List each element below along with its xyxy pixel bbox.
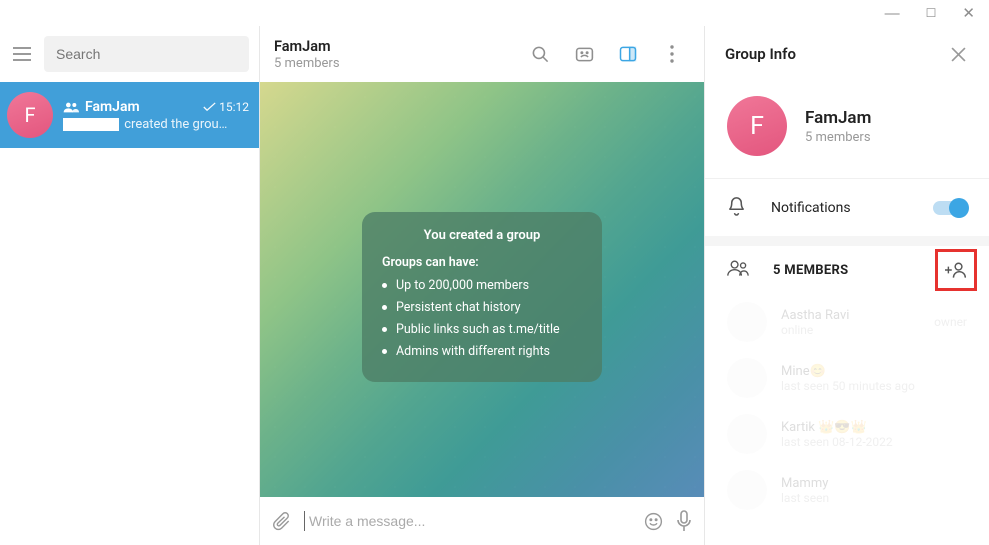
chat-list-item[interactable]: F FamJam 15:12 created the grou…: [0, 82, 259, 148]
emoji-icon[interactable]: [643, 511, 664, 532]
members-count-label: 5 MEMBERS: [773, 263, 911, 278]
member-row[interactable]: Kartik 👑😎👑last seen 08-12-2022: [705, 406, 989, 462]
chat-title: FamJam: [274, 38, 340, 55]
info-panel: Group Info F FamJam 5 members Notificati…: [705, 26, 989, 545]
add-member-button[interactable]: [935, 249, 977, 291]
member-row[interactable]: Mine😊last seen 50 minutes ago: [705, 350, 989, 406]
check-icon: [203, 102, 216, 112]
more-icon[interactable]: [654, 36, 690, 72]
member-avatar: [727, 470, 767, 510]
members-icon: [727, 260, 749, 280]
group-created-card: You created a group Groups can have: Up …: [362, 212, 602, 382]
menu-button[interactable]: [10, 42, 34, 66]
group-icon: [63, 101, 79, 113]
card-bullet: Persistent chat history: [382, 300, 582, 315]
member-name: Aastha Ravi: [781, 308, 849, 323]
message-input[interactable]: [304, 511, 631, 531]
bell-icon: [727, 195, 747, 220]
member-tag: owner: [934, 315, 967, 329]
member-status: last seen 50 minutes ago: [781, 379, 915, 393]
notifications-row[interactable]: Notifications: [705, 178, 989, 236]
group-subtitle: 5 members: [805, 130, 871, 145]
search-icon[interactable]: [522, 36, 558, 72]
members-header: 5 MEMBERS: [705, 236, 989, 294]
chat-panel: FamJam 5 members You created a group Gro…: [260, 26, 705, 545]
group-profile: F FamJam 5 members: [705, 82, 989, 178]
member-status: last seen: [781, 491, 829, 505]
window-titlebar: — ☐ ✕: [0, 0, 989, 26]
chat-name: FamJam: [85, 99, 140, 115]
close-window-icon[interactable]: ✕: [962, 4, 975, 22]
minimize-icon[interactable]: —: [885, 5, 900, 22]
member-row[interactable]: Aastha Ravionline owner: [705, 294, 989, 350]
card-bullet: Up to 200,000 members: [382, 278, 582, 293]
member-name: Mammy: [781, 476, 829, 491]
group-name: FamJam: [805, 108, 871, 128]
info-panel-title: Group Info: [725, 45, 796, 63]
notifications-label: Notifications: [771, 200, 909, 216]
video-chat-icon[interactable]: [566, 36, 602, 72]
member-status: online: [781, 323, 849, 337]
compose-bar: [260, 497, 704, 545]
member-avatar: [727, 358, 767, 398]
chat-subtitle: 5 members: [274, 56, 340, 71]
sidebar: F FamJam 15:12 created the grou…: [0, 26, 260, 545]
member-name: Kartik 👑😎👑: [781, 420, 893, 435]
member-avatar: [727, 414, 767, 454]
member-status: last seen 08-12-2022: [781, 435, 893, 449]
card-bullet: Admins with different rights: [382, 344, 582, 359]
member-row[interactable]: Mammylast seen: [705, 462, 989, 518]
card-bullet: Public links such as t.me/title: [382, 322, 582, 337]
notifications-toggle[interactable]: [933, 201, 967, 215]
chat-header: FamJam 5 members: [260, 26, 704, 82]
card-title: You created a group: [382, 228, 582, 243]
card-subtitle: Groups can have:: [382, 255, 582, 270]
sidepanel-toggle-icon[interactable]: [610, 36, 646, 72]
member-name: Mine😊: [781, 364, 915, 379]
close-panel-icon[interactable]: [947, 43, 969, 65]
chat-background: You created a group Groups can have: Up …: [260, 82, 704, 497]
card-bullets: Up to 200,000 members Persistent chat hi…: [382, 278, 582, 359]
maximize-icon[interactable]: ☐: [926, 6, 937, 20]
members-list: Aastha Ravionline owner Mine😊last seen 50 …: [705, 294, 989, 518]
search-field[interactable]: [44, 36, 249, 72]
attach-icon[interactable]: [272, 510, 292, 532]
member-avatar: [727, 302, 767, 342]
add-user-icon: [945, 261, 967, 279]
voice-icon[interactable]: [676, 510, 692, 532]
chat-time: 15:12: [203, 100, 249, 114]
search-input[interactable]: [56, 46, 237, 62]
chat-preview: created the grou…: [63, 117, 249, 132]
group-avatar[interactable]: F: [727, 96, 787, 156]
chat-avatar: F: [7, 92, 53, 138]
